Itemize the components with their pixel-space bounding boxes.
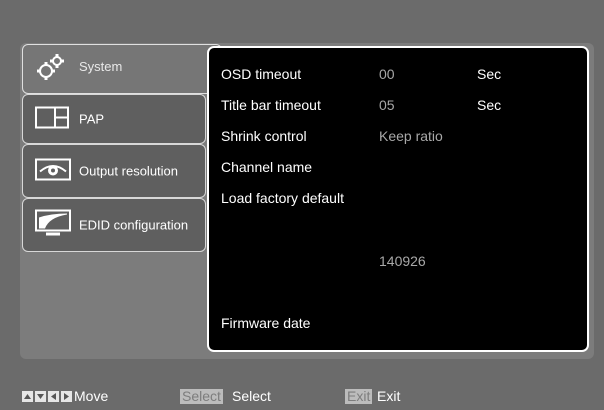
firmware-date-value: 140926 <box>379 253 426 269</box>
tab-pap[interactable]: PAP <box>22 94 206 144</box>
firmware-date-label: Firmware date <box>221 315 311 331</box>
load-factory-default-label[interactable]: Load factory default <box>221 190 344 206</box>
down-arrow-icon <box>35 391 46 402</box>
left-arrow-icon <box>48 391 59 402</box>
tab-edid-configuration-label: EDID configuration <box>79 217 189 233</box>
title-bar-timeout-value[interactable]: 05 <box>379 97 395 113</box>
tab-edid-configuration[interactable]: EDID configuration <box>22 198 206 252</box>
monitor-icon <box>35 209 71 241</box>
osd-timeout-unit: Sec <box>477 66 502 82</box>
eye-icon <box>35 158 71 184</box>
tab-output-resolution-label: Output resolution <box>79 163 179 179</box>
select-key-badge: Select <box>180 388 223 404</box>
tab-pap-label: PAP <box>79 111 105 127</box>
shrink-control-value[interactable]: Keep ratio <box>379 128 443 144</box>
system-settings-panel: OSD timeout 00 Sec Title bar timeout 05 … <box>207 46 589 352</box>
select-hint-label: Select <box>232 388 271 404</box>
tab-output-resolution[interactable]: Output resolution <box>22 144 206 198</box>
title-bar-timeout-label[interactable]: Title bar timeout <box>221 97 321 113</box>
title-bar-timeout-unit: Sec <box>477 97 502 113</box>
channel-name-label[interactable]: Channel name <box>221 159 312 175</box>
right-arrow-icon <box>61 391 72 402</box>
move-hint-label: Move <box>74 388 109 404</box>
exit-hint-label: Exit <box>377 388 401 404</box>
tab-system[interactable]: System <box>22 44 222 94</box>
exit-key-badge: Exit <box>345 388 373 404</box>
osd-timeout-label[interactable]: OSD timeout <box>221 66 301 82</box>
gears-icon <box>35 52 65 85</box>
shrink-control-label[interactable]: Shrink control <box>221 128 307 144</box>
pap-layout-icon <box>35 106 69 132</box>
tab-system-label: System <box>79 59 123 74</box>
up-arrow-icon <box>22 391 33 402</box>
osd-timeout-value[interactable]: 00 <box>379 66 395 82</box>
navigation-arrows: Move <box>22 388 108 404</box>
